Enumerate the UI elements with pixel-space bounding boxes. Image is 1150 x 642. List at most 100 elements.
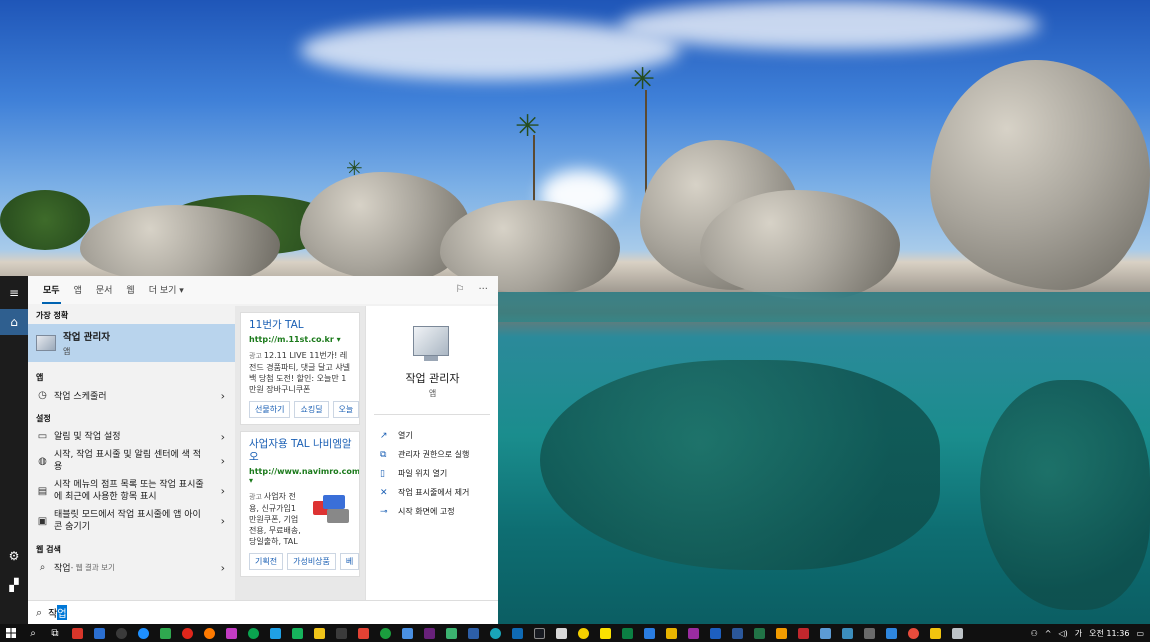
best-match-item[interactable]: 작업 관리자 앱	[28, 324, 235, 362]
taskbar-app-icon[interactable]	[132, 624, 154, 642]
pin-start-icon: ⊸	[380, 506, 388, 517]
taskbar-app-icon[interactable]	[770, 624, 792, 642]
boulder	[700, 190, 900, 300]
gear-icon[interactable]: ⚙	[0, 543, 28, 569]
app-icon-shape	[313, 627, 325, 639]
ad-chip[interactable]: 쇼킹딜	[294, 401, 329, 418]
chevron-right-icon[interactable]: ›	[221, 455, 225, 468]
palette-icon: ◍	[38, 455, 47, 467]
search-input[interactable]: ⌕ 작업	[28, 600, 498, 624]
hamburger-icon[interactable]: ≡	[0, 280, 28, 306]
taskbar-app-icon[interactable]	[814, 624, 836, 642]
ad-card[interactable]: 11번가 TAL http://m.11st.co.kr ▾ 광고 12.11 L…	[240, 312, 360, 425]
taskbar-app-icon[interactable]	[418, 624, 440, 642]
settings-item-notifications[interactable]: ▭ 알림 및 작업 설정 ›	[28, 427, 235, 446]
ad-title[interactable]: 11번가 TAL	[249, 319, 353, 332]
start-button[interactable]	[0, 624, 22, 642]
user-icon[interactable]: ▞	[0, 572, 28, 598]
tab-documents[interactable]: 문서	[89, 283, 120, 304]
taskbar-app-icon[interactable]	[308, 624, 330, 642]
clock[interactable]: 오전 11:36	[1089, 628, 1129, 639]
taskbar-app-icon[interactable]	[682, 624, 704, 642]
taskbar-app-icon[interactable]	[924, 624, 946, 642]
action-unpin-taskbar[interactable]: ✕ 작업 표시줄에서 제거	[380, 483, 469, 502]
taskbar-app-icon[interactable]	[286, 624, 308, 642]
ad-chip[interactable]: 가성비상품	[287, 553, 336, 570]
chevron-right-icon[interactable]: ›	[221, 430, 225, 443]
ad-chip[interactable]: 선물하기	[249, 401, 291, 418]
app-icon-shape	[863, 627, 875, 639]
taskbar-app-icon[interactable]	[440, 624, 462, 642]
taskbar-app-icon[interactable]	[484, 624, 506, 642]
ad-card[interactable]: 사업자용 TAL 나비엠알오 http://www.navimro.com ▾ …	[240, 431, 360, 577]
taskbar-app-icon[interactable]	[462, 624, 484, 642]
taskbar-app-icon[interactable]	[154, 624, 176, 642]
taskbar-app-icon[interactable]	[110, 624, 132, 642]
ad-url[interactable]: http://m.11st.co.kr ▾	[249, 335, 353, 344]
ad-url[interactable]: http://www.navimro.com ▾	[249, 467, 359, 485]
action-open[interactable]: ↗ 열기	[380, 426, 469, 445]
taskbar-app-icon[interactable]	[528, 624, 550, 642]
task-view-icon[interactable]: ⧉	[44, 624, 66, 642]
ad-chip[interactable]: 베	[339, 553, 359, 570]
app-icon-shape	[819, 627, 831, 639]
ad-chip[interactable]: 오늘	[332, 401, 359, 418]
taskbar-app-icon[interactable]	[264, 624, 286, 642]
taskbar-app-icon[interactable]	[660, 624, 682, 642]
notification-center-icon[interactable]: ▭	[1136, 629, 1144, 638]
search-typed-text: 작	[48, 609, 58, 620]
taskbar-app-icon[interactable]	[594, 624, 616, 642]
volume-icon[interactable]: ◁)	[1058, 629, 1067, 638]
web-search-item[interactable]: ⌕ 작업 - 웹 결과 보기 ›	[28, 558, 235, 577]
action-pin-start[interactable]: ⊸ 시작 화면에 고정	[380, 502, 469, 521]
tab-apps[interactable]: 앱	[67, 283, 89, 304]
feedback-icon[interactable]: ⚐	[455, 284, 464, 295]
taskbar-app-icon[interactable]	[836, 624, 858, 642]
taskbar-app-icon[interactable]	[506, 624, 528, 642]
ad-chip[interactable]: 기획전	[249, 553, 284, 570]
taskbar-app-icon[interactable]	[880, 624, 902, 642]
search-icon[interactable]: ⌕	[22, 624, 44, 642]
settings-item-jumplist[interactable]: ▤ 시작 메뉴의 점프 목록 또는 작업 표시줄에 최근에 사용한 항목 표시 …	[28, 476, 235, 506]
taskbar-app-icon[interactable]	[748, 624, 770, 642]
tab-web[interactable]: 웹	[119, 283, 141, 304]
app-item-task-scheduler[interactable]: ◷ 작업 스케줄러 ›	[28, 386, 235, 405]
chevron-right-icon[interactable]: ›	[221, 561, 225, 574]
settings-item-tablet[interactable]: ▣ 태블릿 모드에서 작업 표시줄에 앱 아이콘 숨기기 ›	[28, 506, 235, 536]
taskbar-app-icon[interactable]	[88, 624, 110, 642]
taskbar-app-icon[interactable]	[330, 624, 352, 642]
taskbar-app-icon[interactable]	[572, 624, 594, 642]
taskbar-app-icon[interactable]	[220, 624, 242, 642]
taskbar-app-icon[interactable]	[374, 624, 396, 642]
taskbar-app-icon[interactable]	[638, 624, 660, 642]
chevron-up-icon[interactable]: ^	[1045, 629, 1052, 638]
taskbar-app-icon[interactable]	[902, 624, 924, 642]
taskbar-app-icon[interactable]	[946, 624, 968, 642]
ime-indicator[interactable]: 가	[1075, 628, 1082, 639]
chevron-right-icon[interactable]: ›	[221, 515, 225, 528]
settings-item-color[interactable]: ◍ 시작, 작업 표시줄 및 알림 센터에 색 적용 ›	[28, 446, 235, 476]
taskbar-app-icon[interactable]	[66, 624, 88, 642]
action-label: 열기	[398, 431, 413, 440]
taskbar-app-icon[interactable]	[176, 624, 198, 642]
chevron-right-icon[interactable]: ›	[221, 389, 225, 402]
taskbar-app-icon[interactable]	[198, 624, 220, 642]
taskbar-app-icon[interactable]	[704, 624, 726, 642]
home-icon[interactable]: ⌂	[0, 309, 28, 335]
chevron-right-icon[interactable]: ›	[221, 485, 225, 498]
tab-more[interactable]: 더 보기 ▾	[142, 283, 191, 304]
ad-title[interactable]: 사업자용 TAL 나비엠알오	[249, 438, 353, 464]
taskbar-app-icon[interactable]	[726, 624, 748, 642]
taskbar-app-icon[interactable]	[396, 624, 418, 642]
taskbar-app-icon[interactable]	[858, 624, 880, 642]
taskbar-app-icon[interactable]	[352, 624, 374, 642]
taskbar-app-icon[interactable]	[242, 624, 264, 642]
action-open-file-location[interactable]: ▯ 파일 위치 열기	[380, 464, 469, 483]
taskbar-app-icon[interactable]	[616, 624, 638, 642]
tab-all[interactable]: 모두	[36, 283, 67, 304]
taskbar-app-icon[interactable]	[792, 624, 814, 642]
people-icon[interactable]: ⚇	[1031, 629, 1038, 638]
taskbar-app-icon[interactable]	[550, 624, 572, 642]
action-run-as-admin[interactable]: ⧉ 관리자 권한으로 실행	[380, 445, 469, 464]
more-options-icon[interactable]: ···	[478, 284, 488, 295]
